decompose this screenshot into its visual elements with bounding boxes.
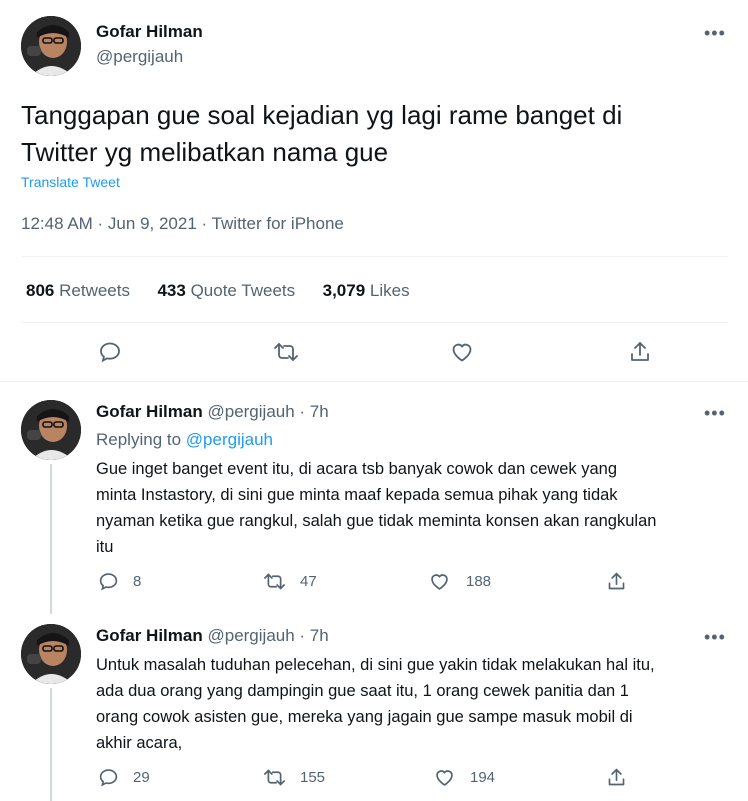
like-count: 194 xyxy=(470,769,496,786)
retweets-stat[interactable]: 806 Retweets xyxy=(26,281,130,300)
retweets-count: 806 xyxy=(26,281,55,300)
tweet-text-line-1: Tanggapan gue soal kejadian yg lagi rame… xyxy=(21,100,623,130)
reply-text-line: akhir acara, xyxy=(96,734,183,752)
divider xyxy=(21,322,728,323)
heart-icon[interactable] xyxy=(428,570,450,592)
divider xyxy=(21,256,728,257)
reply-header: Gofar Hilman @pergijauh · 7h xyxy=(96,626,329,646)
quotes-label: Quote Tweets xyxy=(190,281,296,300)
reply-text-line: itu xyxy=(96,538,114,556)
retweet-icon[interactable] xyxy=(272,339,300,365)
translate-tweet-link[interactable]: Translate Tweet xyxy=(21,174,120,190)
share-icon[interactable] xyxy=(605,570,627,592)
reply-header: Gofar Hilman @pergijauh · 7h xyxy=(96,402,329,422)
reply-text-line: nyaman ketika gue rangkul, salah gue tid… xyxy=(96,512,657,530)
reply-count: 29 xyxy=(133,769,150,786)
thread-connector xyxy=(50,688,52,801)
more-icon[interactable]: ••• xyxy=(704,24,726,42)
likes-label: Likes xyxy=(369,281,410,300)
more-icon[interactable]: ••• xyxy=(704,404,726,422)
thread-connector xyxy=(50,464,52,614)
reply-text-line: minta Instastory, di sini gue minta maaf… xyxy=(96,486,618,504)
likes-stat[interactable]: 3,079 Likes xyxy=(323,281,410,300)
reply-icon[interactable] xyxy=(97,339,123,365)
retweets-label: Retweets xyxy=(59,281,130,300)
section-divider xyxy=(0,381,748,382)
reply-time[interactable]: · 7h xyxy=(299,626,328,645)
reply-text-line: ada dua orang yang dampingin gue saat it… xyxy=(96,682,629,700)
tweet-timestamp[interactable]: 12:48 AM · Jun 9, 2021 · Twitter for iPh… xyxy=(21,214,344,234)
reply-count: 8 xyxy=(133,573,142,590)
replying-to: Replying to @pergijauh xyxy=(96,430,273,450)
reply-text-line: Untuk masalah tuduhan pelecehan, di sini… xyxy=(96,656,655,674)
retweet-count: 155 xyxy=(300,769,326,786)
author-handle[interactable]: @pergijauh xyxy=(207,626,294,645)
share-icon[interactable] xyxy=(605,766,627,788)
reply-icon[interactable] xyxy=(97,570,119,592)
author-name[interactable]: Gofar Hilman xyxy=(96,402,203,421)
author-handle[interactable]: @pergijauh xyxy=(207,402,294,421)
stats-row: 806 Retweets 433 Quote Tweets 3,079 Like… xyxy=(26,281,410,301)
avatar[interactable] xyxy=(21,624,81,684)
avatar[interactable] xyxy=(21,400,81,460)
reply-time[interactable]: · 7h xyxy=(299,402,328,421)
like-count: 188 xyxy=(466,573,492,590)
likes-count: 3,079 xyxy=(322,281,366,300)
author-handle[interactable]: @pergijauh xyxy=(96,47,183,67)
heart-icon[interactable] xyxy=(449,339,475,365)
heart-icon[interactable] xyxy=(433,766,455,788)
author-name[interactable]: Gofar Hilman xyxy=(96,22,203,42)
quotes-stat[interactable]: 433 Quote Tweets xyxy=(157,281,295,300)
share-icon[interactable] xyxy=(627,339,653,365)
replying-handle[interactable]: @pergijauh xyxy=(186,430,273,449)
retweet-icon[interactable] xyxy=(261,766,287,788)
replying-prefix: Replying to xyxy=(96,430,182,449)
reply-icon[interactable] xyxy=(97,766,119,788)
reply-text-line: Gue inget banget event itu, di acara tsb… xyxy=(96,460,617,478)
retweet-count: 47 xyxy=(300,573,317,590)
tweet-text-line-2: Twitter yg melibatkan nama gue xyxy=(21,137,389,167)
reply-text: Untuk masalah tuduhan pelecehan, di sini… xyxy=(96,652,655,756)
reply-text: Gue inget banget event itu, di acara tsb… xyxy=(96,456,656,560)
more-icon[interactable]: ••• xyxy=(704,628,726,646)
quotes-count: 433 xyxy=(157,281,186,300)
author-name[interactable]: Gofar Hilman xyxy=(96,626,203,645)
retweet-icon[interactable] xyxy=(261,570,287,592)
reply-text-line: orang cowok asisten gue, mereka yang jag… xyxy=(96,708,633,726)
avatar[interactable] xyxy=(21,16,81,76)
